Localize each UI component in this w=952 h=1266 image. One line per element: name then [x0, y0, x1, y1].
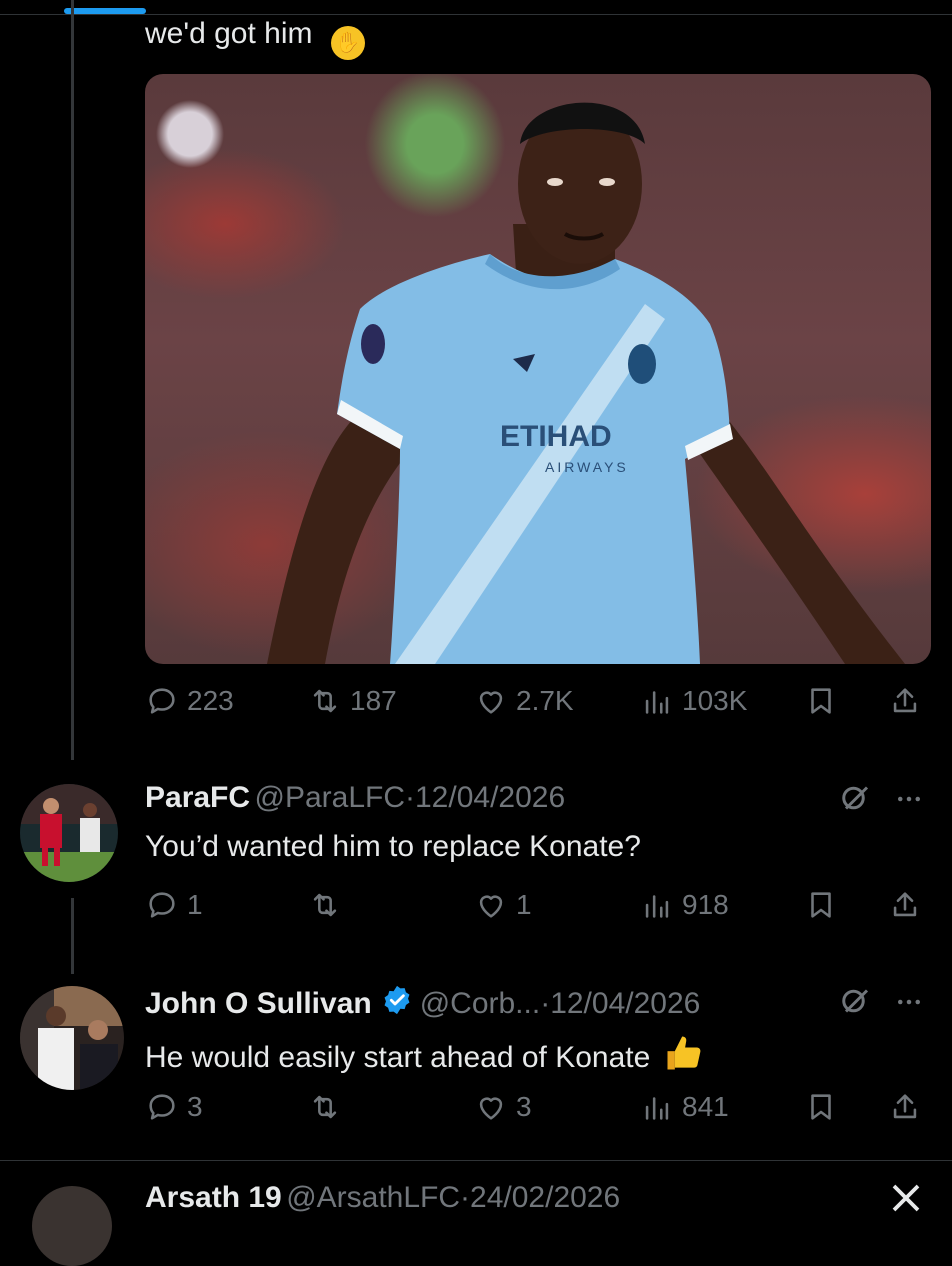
- view-count: 103K: [682, 685, 748, 716]
- views-icon: [645, 1097, 669, 1120]
- like-count: 3: [516, 1091, 532, 1122]
- reply-header: ParaFC @ParaLFC·12/04/2026: [145, 780, 565, 816]
- reply-count: 223: [187, 685, 234, 716]
- reply-icon: [149, 688, 175, 714]
- repost-icon: [313, 893, 337, 917]
- display-name[interactable]: ParaFC: [145, 781, 250, 814]
- reply-icon: [149, 892, 175, 918]
- repost-icon: [313, 1095, 337, 1119]
- reply-header: Arsath 19 @ArsathLFC·24/02/2026: [145, 1180, 620, 1216]
- svg-text:AIRWAYS: AIRWAYS: [545, 459, 629, 475]
- active-tab-indicator: [64, 8, 146, 14]
- timestamp[interactable]: 12/04/2026: [550, 987, 700, 1020]
- like-button[interactable]: 3: [474, 1090, 532, 1124]
- reply-text: You’d wanted him to replace Konate?: [145, 830, 641, 863]
- share-button[interactable]: [888, 684, 922, 718]
- reply-text: He would easily start ahead of Konate: [145, 1031, 706, 1084]
- reply-button[interactable]: 1: [145, 888, 203, 922]
- view-count: 841: [682, 1091, 729, 1122]
- timestamp[interactable]: 12/04/2026: [415, 781, 565, 814]
- share-icon: [893, 892, 917, 917]
- avatar[interactable]: [20, 986, 124, 1090]
- like-button[interactable]: 1: [474, 888, 532, 922]
- tweet-media-image[interactable]: ETIHAD AIRWAYS: [145, 74, 931, 664]
- reply-divider: [0, 1160, 952, 1161]
- tweet-text-body: we'd got him: [145, 17, 313, 50]
- views-button[interactable]: 103K: [640, 684, 747, 718]
- handle[interactable]: @Corb...: [420, 987, 540, 1020]
- tweet-text: we'd got him ✋: [145, 16, 365, 60]
- svg-text:ETIHAD: ETIHAD: [500, 420, 612, 453]
- bookmark-icon: [811, 1094, 831, 1120]
- views-icon: [645, 895, 669, 918]
- views-button[interactable]: 918: [640, 888, 729, 922]
- share-button[interactable]: [888, 888, 922, 922]
- more-button[interactable]: [892, 784, 926, 819]
- avatar[interactable]: [20, 784, 118, 882]
- reply-text-body: He would easily start ahead of Konate: [145, 1041, 651, 1074]
- repost-button[interactable]: [308, 888, 350, 922]
- avatar-image: [20, 784, 118, 882]
- bookmark-button[interactable]: [804, 684, 838, 718]
- reply-icon: [149, 1094, 175, 1120]
- display-name[interactable]: Arsath 19: [145, 1181, 282, 1214]
- like-button[interactable]: 2.7K: [474, 684, 574, 718]
- top-divider: [0, 14, 952, 15]
- more-button[interactable]: [892, 987, 926, 1022]
- like-icon: [479, 895, 503, 918]
- separator: ·: [460, 1181, 471, 1214]
- grok-button[interactable]: [835, 983, 875, 1024]
- like-icon: [479, 691, 503, 714]
- bookmark-icon: [811, 688, 831, 714]
- share-icon: [893, 1094, 917, 1119]
- more-icon: [898, 796, 920, 802]
- bookmark-button[interactable]: [804, 1090, 838, 1124]
- player-photo: ETIHAD AIRWAYS: [267, 102, 905, 664]
- bookmark-icon: [811, 892, 831, 918]
- grok-icon: [842, 786, 869, 810]
- grok-button[interactable]: [835, 780, 875, 821]
- avatar[interactable]: [32, 1186, 112, 1266]
- face-with-hand-over-mouth-icon: ✋: [330, 26, 365, 60]
- view-count: 918: [682, 889, 729, 920]
- handle[interactable]: @ArsathLFC: [286, 1181, 460, 1214]
- thread-line: [71, 898, 74, 974]
- views-icon: [645, 691, 669, 714]
- thumbs-up-icon: [662, 1031, 706, 1084]
- timestamp[interactable]: 24/02/2026: [470, 1181, 620, 1214]
- reply-button[interactable]: 223: [145, 684, 234, 718]
- share-icon: [893, 688, 917, 713]
- display-name[interactable]: John O Sullivan: [145, 987, 372, 1020]
- reply-count: 1: [187, 889, 203, 920]
- verified-badge-icon: [380, 983, 414, 1022]
- repost-button[interactable]: 187: [308, 684, 397, 718]
- grok-icon: [842, 989, 869, 1013]
- close-button[interactable]: [888, 1180, 924, 1221]
- reply-count: 3: [187, 1091, 203, 1122]
- handle[interactable]: @ParaLFC: [255, 781, 406, 814]
- separator: ·: [405, 781, 415, 814]
- views-button[interactable]: 841: [640, 1090, 729, 1124]
- repost-button[interactable]: [308, 1090, 350, 1124]
- like-icon: [479, 1097, 503, 1120]
- like-count: 1: [516, 889, 532, 920]
- more-icon: [898, 999, 920, 1005]
- reply-button[interactable]: 3: [145, 1090, 203, 1124]
- thread-line: [71, 0, 74, 760]
- repost-count: 187: [350, 685, 397, 716]
- avatar-image: [20, 986, 124, 1090]
- separator: ·: [540, 987, 551, 1020]
- bookmark-button[interactable]: [804, 888, 838, 922]
- close-icon: [892, 1184, 920, 1212]
- share-button[interactable]: [888, 1090, 922, 1124]
- reply-header: John O Sullivan @Corb...·12/04/2026: [145, 983, 700, 1022]
- repost-icon: [313, 689, 337, 713]
- like-count: 2.7K: [516, 685, 574, 716]
